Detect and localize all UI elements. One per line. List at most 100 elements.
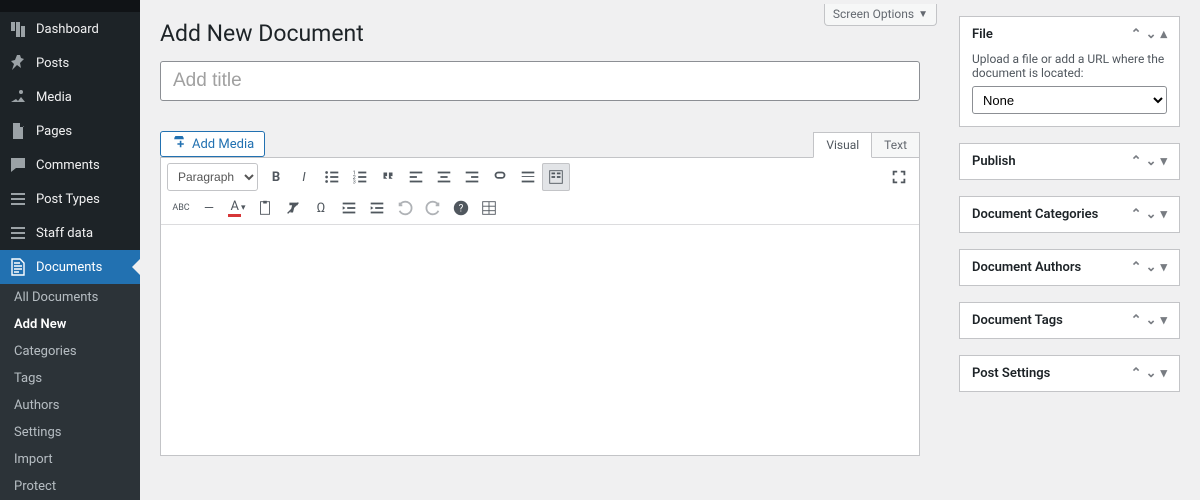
metabox-authors-header[interactable]: Document Authors ⌃⌄▾ — [960, 250, 1179, 285]
list-icon — [8, 223, 28, 243]
editor-toolbar: Paragraph B I 123 ABC — A▾ — [161, 158, 919, 225]
metabox-file-header[interactable]: File ⌃ ⌄ ▴ — [960, 17, 1179, 52]
comment-icon — [8, 155, 28, 175]
redo-button[interactable] — [419, 194, 447, 222]
hr-button[interactable]: — — [195, 194, 223, 222]
readmore-button[interactable] — [514, 163, 542, 191]
screen-options-label: Screen Options — [833, 7, 914, 21]
editor-content-area[interactable] — [161, 225, 919, 455]
dashboard-icon — [8, 19, 28, 39]
metabox-file-title: File — [972, 27, 993, 42]
metabox-authors: Document Authors ⌃⌄▾ — [959, 249, 1180, 286]
collapse-icon[interactable]: ▾ — [1160, 366, 1167, 381]
fullscreen-button[interactable] — [885, 163, 913, 191]
move-up-icon[interactable]: ⌃ — [1131, 260, 1142, 275]
strikethrough-button[interactable]: ABC — [167, 194, 195, 222]
bold-button[interactable]: B — [262, 163, 290, 191]
submenu-item-protect[interactable]: Protect — [0, 473, 140, 500]
align-left-button[interactable] — [402, 163, 430, 191]
sidebar-item-dashboard[interactable]: Dashboard — [0, 12, 140, 46]
sidebar-item-label: Staff data — [36, 226, 93, 241]
bullet-list-button[interactable] — [318, 163, 346, 191]
move-down-icon[interactable]: ⌄ — [1146, 260, 1157, 275]
number-list-button[interactable]: 123 — [346, 163, 374, 191]
metabox-categories: Document Categories ⌃ ⌄▾ — [959, 196, 1180, 233]
metabox-publish: Publish ⌃ ⌄▾ — [959, 143, 1180, 180]
table-button[interactable] — [475, 194, 503, 222]
move-down-icon[interactable]: ⌄ — [1146, 207, 1157, 222]
document-icon — [8, 257, 28, 277]
align-center-button[interactable] — [430, 163, 458, 191]
file-source-select[interactable]: None — [972, 86, 1167, 114]
text-color-button[interactable]: A▾ — [223, 194, 251, 222]
sidebar-item-label: Documents — [36, 260, 102, 275]
svg-text:?: ? — [459, 204, 464, 215]
metabox-tags-title: Document Tags — [972, 313, 1063, 328]
move-down-icon[interactable]: ⌄ — [1146, 366, 1157, 381]
sidebar-item-staff-data[interactable]: Staff data — [0, 216, 140, 250]
submenu-item-categories[interactable]: Categories — [0, 338, 140, 365]
admin-sidebar: Dashboard Posts Media Pages Comments — [0, 0, 140, 500]
add-media-button[interactable]: Add Media — [160, 131, 265, 157]
special-char-button[interactable]: Ω — [307, 194, 335, 222]
link-button[interactable] — [486, 163, 514, 191]
main-content: Screen Options ▼ Add New Document Add Me… — [140, 0, 957, 500]
help-button[interactable]: ? — [447, 194, 475, 222]
move-down-icon[interactable]: ⌄ — [1146, 154, 1157, 169]
collapse-icon[interactable]: ▾ — [1160, 313, 1167, 328]
italic-button[interactable]: I — [290, 163, 318, 191]
title-input[interactable] — [160, 61, 920, 101]
tab-visual[interactable]: Visual — [813, 132, 872, 158]
metabox-publish-header[interactable]: Publish ⌃ ⌄▾ — [960, 144, 1179, 179]
move-up-icon[interactable]: ⌃ — [1131, 154, 1142, 169]
move-down-icon[interactable]: ⌄ — [1146, 27, 1157, 42]
metabox-post-settings-title: Post Settings — [972, 366, 1050, 381]
sidebar-item-pages[interactable]: Pages — [0, 114, 140, 148]
submenu-item-import[interactable]: Import — [0, 446, 140, 473]
clear-formatting-button[interactable] — [279, 194, 307, 222]
metabox-post-settings: Post Settings ⌃ ⌄▾ — [959, 355, 1180, 392]
sidebar-item-posts[interactable]: Posts — [0, 46, 140, 80]
collapse-icon[interactable]: ▴ — [1160, 27, 1167, 42]
metabox-post-settings-header[interactable]: Post Settings ⌃ ⌄▾ — [960, 356, 1179, 391]
collapse-icon[interactable]: ▾ — [1160, 207, 1167, 222]
metabox-categories-title: Document Categories — [972, 207, 1098, 222]
paste-text-button[interactable] — [251, 194, 279, 222]
tab-text[interactable]: Text — [871, 132, 920, 157]
metabox-file: File ⌃ ⌄ ▴ Upload a file or add a URL wh… — [959, 16, 1180, 127]
sidebar-item-comments[interactable]: Comments — [0, 148, 140, 182]
move-up-icon[interactable]: ⌃ — [1131, 27, 1142, 42]
pages-icon — [8, 121, 28, 141]
admin-logo — [0, 0, 140, 12]
collapse-icon[interactable]: ▾ — [1160, 154, 1167, 169]
media-icon — [8, 87, 28, 107]
move-up-icon[interactable]: ⌃ — [1131, 207, 1142, 222]
align-right-button[interactable] — [458, 163, 486, 191]
submenu-item-tags[interactable]: Tags — [0, 365, 140, 392]
move-up-icon[interactable]: ⌃ — [1131, 366, 1142, 381]
outdent-button[interactable] — [335, 194, 363, 222]
submenu-item-add-new[interactable]: Add New — [0, 311, 140, 338]
sidebar-item-media[interactable]: Media — [0, 80, 140, 114]
metabox-publish-title: Publish — [972, 154, 1016, 169]
screen-options-button[interactable]: Screen Options ▼ — [824, 4, 937, 26]
blockquote-button[interactable] — [374, 163, 402, 191]
metabox-tags-header[interactable]: Document Tags ⌃ ⌄▾ — [960, 303, 1179, 338]
pin-icon — [8, 53, 28, 73]
format-select[interactable]: Paragraph — [167, 163, 258, 191]
move-down-icon[interactable]: ⌄ — [1146, 313, 1157, 328]
sidebar-item-label: Dashboard — [36, 22, 99, 37]
submenu-item-all-documents[interactable]: All Documents — [0, 284, 140, 311]
move-up-icon[interactable]: ⌃ — [1131, 313, 1142, 328]
submenu-item-settings[interactable]: Settings — [0, 419, 140, 446]
sidebar-item-label: Media — [36, 90, 72, 105]
metabox-categories-header[interactable]: Document Categories ⌃ ⌄▾ — [960, 197, 1179, 232]
submenu-item-authors[interactable]: Authors — [0, 392, 140, 419]
sidebar-item-documents[interactable]: Documents — [0, 250, 140, 284]
list-icon — [8, 189, 28, 209]
undo-button[interactable] — [391, 194, 419, 222]
sidebar-item-post-types[interactable]: Post Types — [0, 182, 140, 216]
toolbar-toggle-button[interactable] — [542, 163, 570, 191]
indent-button[interactable] — [363, 194, 391, 222]
collapse-icon[interactable]: ▾ — [1160, 260, 1167, 275]
